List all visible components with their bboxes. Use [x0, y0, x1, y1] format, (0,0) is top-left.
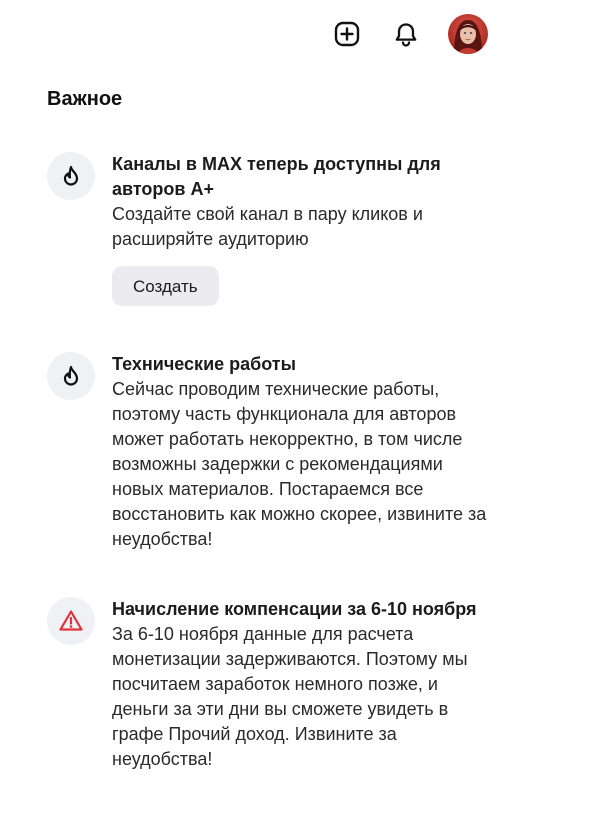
flame-icon — [63, 165, 79, 186]
notice-icon — [47, 352, 95, 400]
create-button[interactable]: Создать — [112, 266, 219, 306]
bell-icon — [395, 23, 417, 47]
warning-triangle-icon — [59, 610, 83, 631]
notice-text: Создайте свой канал в пару кликов и расш… — [112, 204, 423, 249]
notice-icon — [47, 597, 95, 645]
add-button[interactable] — [329, 16, 365, 52]
notice-title: Начисление компенсации за 6-10 ноября — [112, 599, 477, 619]
plus-square-icon — [334, 21, 360, 47]
notice-text: За 6-10 ноября данные для расчета монети… — [112, 624, 468, 769]
top-bar — [0, 0, 604, 68]
avatar[interactable] — [448, 14, 488, 54]
section-title: Важное — [47, 88, 123, 110]
user-avatar — [448, 14, 488, 54]
notice-title: Каналы в MAX теперь доступны для авторов… — [112, 154, 441, 199]
flame-icon — [63, 365, 79, 386]
notice-text: Сейчас проводим технические работы, поэт… — [112, 379, 487, 549]
notifications-button[interactable] — [388, 16, 424, 52]
notice-icon — [47, 152, 95, 200]
notice-title: Технические работы — [112, 354, 296, 374]
